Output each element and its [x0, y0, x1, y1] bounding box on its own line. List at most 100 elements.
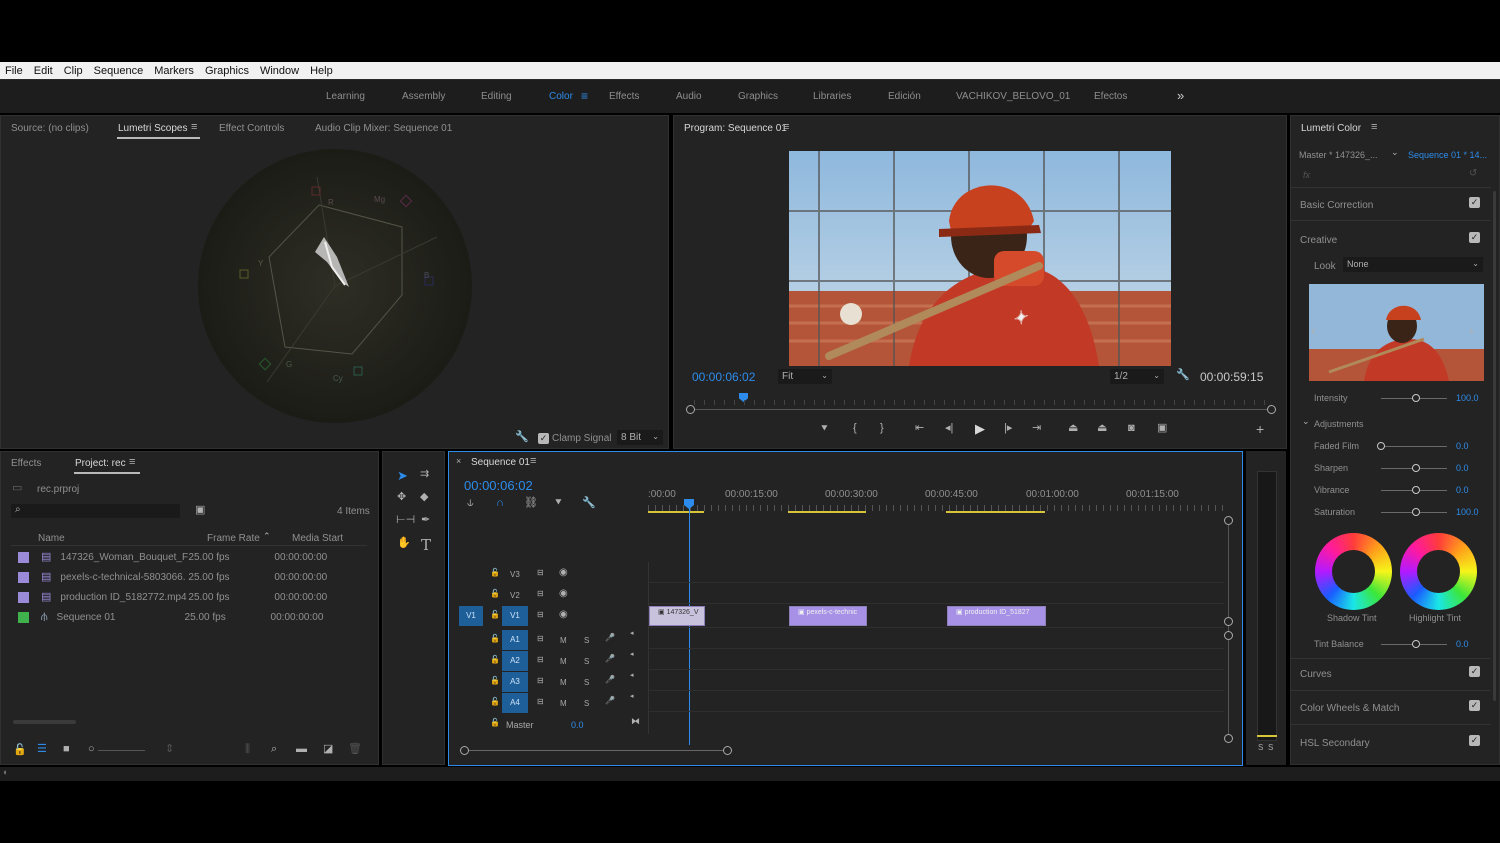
zoom-end-handle[interactable] — [723, 746, 732, 755]
tab-project[interactable]: Project: rec — [75, 458, 126, 469]
mute-button[interactable]: M — [560, 678, 567, 687]
solo-button[interactable]: S — [584, 636, 589, 645]
workspace-graphics[interactable]: Graphics — [738, 91, 778, 102]
lock-icon[interactable]: 🔓 — [490, 590, 500, 598]
work-area-bar[interactable] — [788, 511, 866, 513]
creative-checkbox[interactable]: ✓ — [1469, 232, 1480, 243]
faded-film-slider[interactable] — [1381, 446, 1447, 447]
program-scrubber-track[interactable] — [690, 409, 1272, 410]
track-label-v1[interactable]: V1 — [502, 606, 528, 626]
type-tool-icon[interactable]: T — [421, 536, 431, 554]
workspace-menu-icon[interactable]: ≡ — [581, 89, 588, 103]
automate-to-sequence-icon[interactable]: ⫼ — [245, 744, 250, 755]
table-row[interactable]: ⫛ Sequence 01 25.00 fps 00:00:00:00 — [11, 607, 367, 627]
mark-in-icon[interactable]: { — [853, 423, 857, 434]
panel-menu-icon[interactable]: ≡ — [530, 456, 536, 467]
lift-icon[interactable]: ⏏ — [1068, 423, 1078, 434]
workspace-effects[interactable]: Effects — [609, 91, 639, 102]
sequence-tab[interactable]: Sequence 01 — [471, 457, 530, 468]
new-bin-icon[interactable]: ▬ — [296, 744, 307, 755]
master-clip-label[interactable]: Master * 147326_... — [1299, 150, 1378, 160]
vibrance-value[interactable]: 0.0 — [1456, 485, 1469, 495]
export-frame-icon[interactable]: ◙ — [1128, 423, 1135, 434]
go-to-out-icon[interactable]: ⇥ — [1032, 423, 1041, 434]
menu-help[interactable]: Help — [310, 65, 333, 77]
lock-icon[interactable]: 🔓 — [490, 569, 500, 577]
workspace-vachikov[interactable]: VACHIKOV_BELOVO_01 — [956, 91, 1070, 102]
sync-lock-icon[interactable]: ⊟ — [537, 698, 544, 706]
ripple-edit-tool-icon[interactable]: ✥ — [397, 492, 406, 503]
solo-button[interactable]: S — [584, 678, 589, 687]
menu-file[interactable]: File — [5, 65, 23, 77]
workspace-libraries[interactable]: Libraries — [813, 91, 851, 102]
zoom-slider-track[interactable] — [98, 750, 145, 751]
insert-sequence-icon[interactable]: ⫝ — [467, 498, 474, 509]
basic-correction-header[interactable]: Basic Correction — [1300, 200, 1373, 211]
lock-icon[interactable]: 🔓 — [490, 611, 500, 619]
label-color-swatch[interactable] — [18, 571, 29, 583]
project-scrollbar[interactable] — [13, 720, 76, 724]
label-color-swatch[interactable] — [18, 551, 29, 563]
faded-film-knob[interactable] — [1377, 442, 1385, 450]
slip-tool-icon[interactable]: ⊢⊣ — [396, 515, 415, 526]
zoom-slider-knob[interactable]: ○ — [88, 744, 95, 755]
track-label-v2[interactable]: V2 — [510, 591, 520, 600]
vertical-scrollbar-track[interactable] — [1228, 520, 1229, 740]
lock-icon[interactable]: 🔓 — [13, 745, 27, 756]
program-title[interactable]: Program: Sequence 01 — [684, 123, 787, 134]
saturation-value[interactable]: 100.0 — [1456, 507, 1479, 517]
timeline-clip[interactable]: ▣ 147326_V — [649, 606, 705, 626]
wrench-icon[interactable]: 🔧 — [1176, 370, 1190, 381]
workspace-learning[interactable]: Learning — [326, 91, 365, 102]
zoom-start-handle[interactable] — [460, 746, 469, 755]
jump-to-edit-icon[interactable]: ⧓ — [631, 717, 640, 726]
mute-button[interactable]: M — [560, 657, 567, 666]
lock-icon[interactable]: 🔓 — [490, 677, 500, 685]
work-area-bar[interactable] — [946, 511, 1045, 513]
sort-ascending-icon[interactable]: ⌃ — [263, 532, 271, 541]
step-forward-icon[interactable]: |▸ — [1004, 423, 1012, 434]
menu-graphics[interactable]: Graphics — [205, 65, 249, 77]
tint-balance-value[interactable]: 0.0 — [1456, 639, 1469, 649]
program-timecode[interactable]: 00:00:06:02 — [692, 370, 755, 384]
step-back-icon[interactable]: ◂| — [945, 423, 953, 434]
lumetri-title[interactable]: Lumetri Color — [1301, 123, 1361, 134]
reset-icon[interactable]: ↺ — [1469, 169, 1477, 179]
microphone-icon[interactable]: 🎤 — [605, 634, 615, 642]
tab-audio-mixer[interactable]: Audio Clip Mixer: Sequence 01 — [315, 123, 452, 134]
solo-button[interactable]: S — [584, 657, 589, 666]
project-search-input[interactable]: ⌕ — [11, 504, 180, 518]
sharpen-knob[interactable] — [1412, 464, 1420, 472]
lock-icon[interactable]: 🔓 — [490, 635, 500, 643]
hsl-secondary-header[interactable]: HSL Secondary — [1300, 738, 1370, 749]
sort-icons-icon[interactable]: ⇕ — [165, 744, 174, 755]
column-frame-rate[interactable]: Frame Rate — [207, 533, 260, 544]
scrubber-end-handle[interactable] — [1267, 405, 1276, 414]
hsl-secondary-checkbox[interactable]: ✓ — [1469, 735, 1480, 746]
shadow-tint-wheel[interactable] — [1315, 533, 1392, 610]
vertical-scroll-handle[interactable] — [1224, 516, 1233, 525]
panel-menu-icon[interactable]: ≡ — [1371, 122, 1377, 133]
source-patch-v1[interactable]: V1 — [459, 606, 483, 626]
chevron-down-icon[interactable]: ⌄ — [1391, 148, 1399, 157]
mute-button[interactable]: M — [560, 699, 567, 708]
workspace-efectos[interactable]: Efectos — [1094, 91, 1127, 102]
track-label-v3[interactable]: V3 — [510, 570, 520, 579]
workspace-audio[interactable]: Audio — [676, 91, 702, 102]
microphone-icon[interactable]: 🎤 — [605, 655, 615, 663]
tab-effects[interactable]: Effects — [11, 458, 41, 469]
menu-edit[interactable]: Edit — [34, 65, 53, 77]
adjustments-header[interactable]: Adjustments — [1314, 419, 1364, 429]
panel-menu-icon[interactable]: ≡ — [191, 122, 197, 133]
resolution-select[interactable]: 1/2 ⌄ — [1110, 369, 1164, 384]
table-row[interactable]: ▤ pexels-c-technical-5803066. 25.00 fps … — [11, 567, 367, 587]
workspace-color[interactable]: Color — [549, 91, 573, 102]
eye-icon[interactable]: ◉ — [559, 610, 568, 620]
zoom-fit-select[interactable]: Fit ⌄ — [778, 369, 832, 384]
sync-lock-icon[interactable]: ⊟ — [537, 677, 544, 685]
find-icon[interactable]: ⌕ — [271, 744, 277, 755]
label-color-swatch[interactable] — [18, 611, 29, 623]
faded-film-value[interactable]: 0.0 — [1456, 441, 1469, 451]
sync-lock-icon[interactable]: ⊟ — [537, 656, 544, 664]
clear-icon[interactable]: 🗑 — [348, 744, 362, 755]
